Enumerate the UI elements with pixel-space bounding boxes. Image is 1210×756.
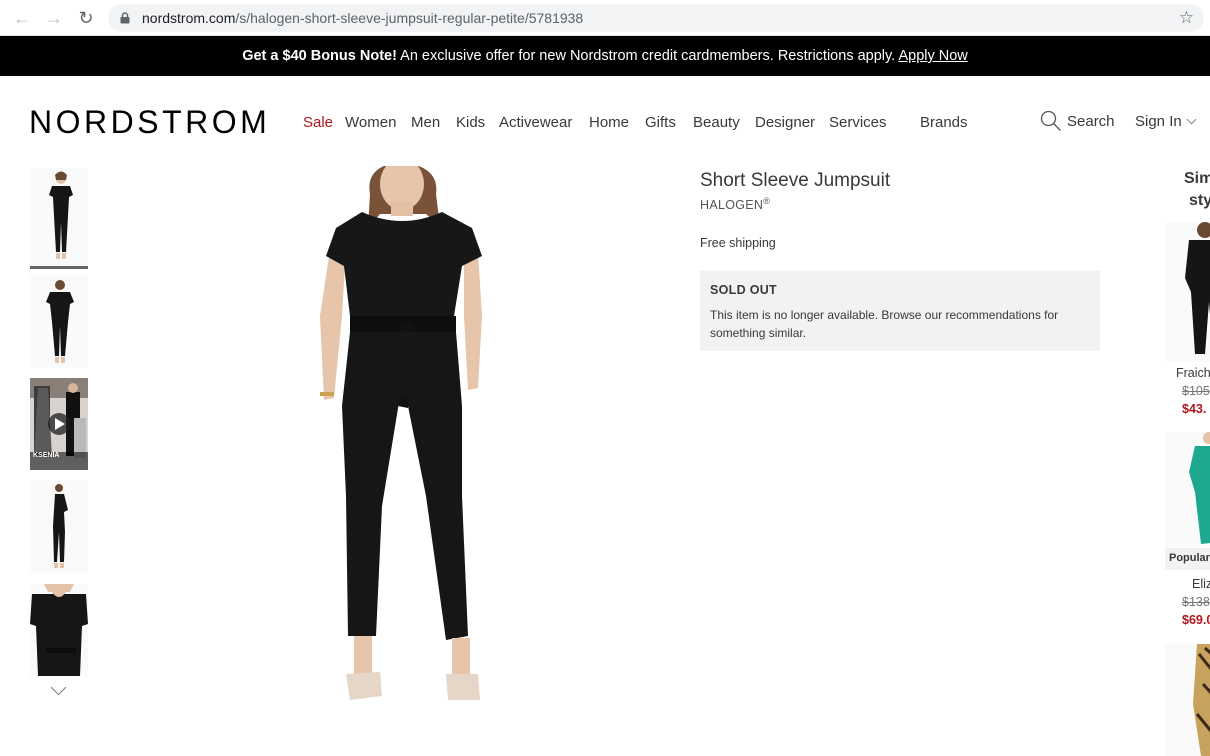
browser-toolbar: ← → ↻ nordstrom.com/s/halogen-short-slee… [0, 0, 1210, 36]
registered-mark: ® [763, 196, 771, 206]
thumbnail-video[interactable]: KSENIA [30, 378, 88, 470]
similar-heading-line2: sty [1189, 192, 1210, 209]
similar-item-1-image[interactable] [1165, 222, 1210, 362]
nav-item-sale[interactable]: Sale [303, 114, 333, 131]
back-arrow-icon[interactable]: ← [12, 8, 32, 28]
reload-icon[interactable]: ↻ [76, 8, 96, 28]
nav-item-men[interactable]: Men [411, 114, 440, 131]
apply-now-link[interactable]: Apply Now [898, 48, 967, 64]
thumbnails-scroll-down-icon[interactable] [50, 679, 67, 696]
url-text: nordstrom.com/s/halogen-short-sleeve-jum… [142, 10, 583, 26]
thumbnail-back[interactable] [30, 276, 88, 368]
popular-badge: Popular [1165, 548, 1210, 570]
similar-item-2-name[interactable]: Eliz [1192, 577, 1210, 591]
thumbnail-front[interactable] [30, 168, 88, 269]
lock-icon [120, 12, 130, 24]
similar-item-3-image[interactable] [1165, 644, 1210, 756]
sign-in-label: Sign In [1135, 113, 1182, 130]
video-caption: KSENIA [33, 452, 60, 459]
search-icon [1040, 110, 1061, 131]
similar-item-1-name[interactable]: Fraich [1176, 366, 1210, 380]
jumpsuit-side-thumbnail-image [30, 480, 88, 572]
similar-item-1-picture [1165, 222, 1210, 362]
nav-item-brands[interactable]: Brands [920, 114, 968, 131]
nav-item-women[interactable]: Women [345, 114, 396, 131]
similar-item-1-original-price: $105 [1182, 384, 1210, 398]
jumpsuit-model-image [250, 158, 570, 711]
nav-item-home[interactable]: Home [589, 114, 629, 131]
sold-out-message: This item is no longer available. Browse… [710, 308, 1059, 340]
nav-item-activewear[interactable]: Activewear [499, 114, 572, 131]
url-path: /s/halogen-short-sleeve-jumpsuit-regular… [235, 10, 584, 26]
similar-item-2-picture [1165, 432, 1210, 547]
similar-item-3-picture [1165, 644, 1210, 756]
product-title: Short Sleeve Jumpsuit [700, 170, 891, 191]
sold-out-title: SOLD OUT [710, 283, 777, 297]
search-label: Search [1067, 113, 1115, 130]
similar-item-2-original-price: $138 [1182, 595, 1210, 609]
main-product-image[interactable] [250, 158, 570, 711]
brand-label: HALOGEN [700, 198, 764, 213]
similar-item-2-sale-price: $69.0 [1182, 613, 1210, 627]
bookmark-star-icon[interactable]: ☆ [1179, 8, 1194, 28]
brand-name[interactable]: HALOGEN® [700, 196, 770, 212]
jumpsuit-detail-thumbnail-image [30, 584, 88, 676]
similar-item-1-sale-price: $43. [1182, 402, 1207, 416]
promo-text: An exclusive offer for new Nordstrom cre… [396, 48, 899, 64]
forward-arrow-icon[interactable]: → [44, 8, 64, 28]
nordstrom-logo[interactable]: NORDSTROM [29, 104, 270, 141]
thumbnail-side[interactable] [30, 480, 88, 572]
jumpsuit-back-thumbnail-image [30, 276, 88, 368]
url-host: nordstrom.com [142, 10, 236, 26]
nav-item-kids[interactable]: Kids [456, 114, 485, 131]
address-bar[interactable]: nordstrom.com/s/halogen-short-sleeve-jum… [108, 4, 1204, 32]
sold-out-notice: SOLD OUT This item is no longer availabl… [700, 271, 1100, 351]
nav-item-gifts[interactable]: Gifts [645, 114, 676, 131]
shipping-note: Free shipping [700, 236, 776, 250]
promo-bold-text: Get a $40 Bonus Note! [242, 48, 397, 64]
similar-heading-line1: Sim [1184, 170, 1210, 187]
chevron-down-icon [1186, 114, 1197, 125]
nav-item-designer[interactable]: Designer [755, 114, 815, 131]
nav-item-beauty[interactable]: Beauty [693, 114, 740, 131]
promo-banner: Get a $40 Bonus Note! An exclusive offer… [0, 36, 1210, 76]
sign-in-button[interactable]: Sign In [1135, 113, 1197, 130]
nav-item-services[interactable]: Services [829, 114, 887, 131]
jumpsuit-front-thumbnail-image [30, 168, 88, 266]
thumbnail-detail[interactable] [30, 584, 88, 676]
similar-styles-heading: Sim sty [1184, 168, 1210, 212]
similar-item-2-image[interactable] [1165, 432, 1210, 547]
